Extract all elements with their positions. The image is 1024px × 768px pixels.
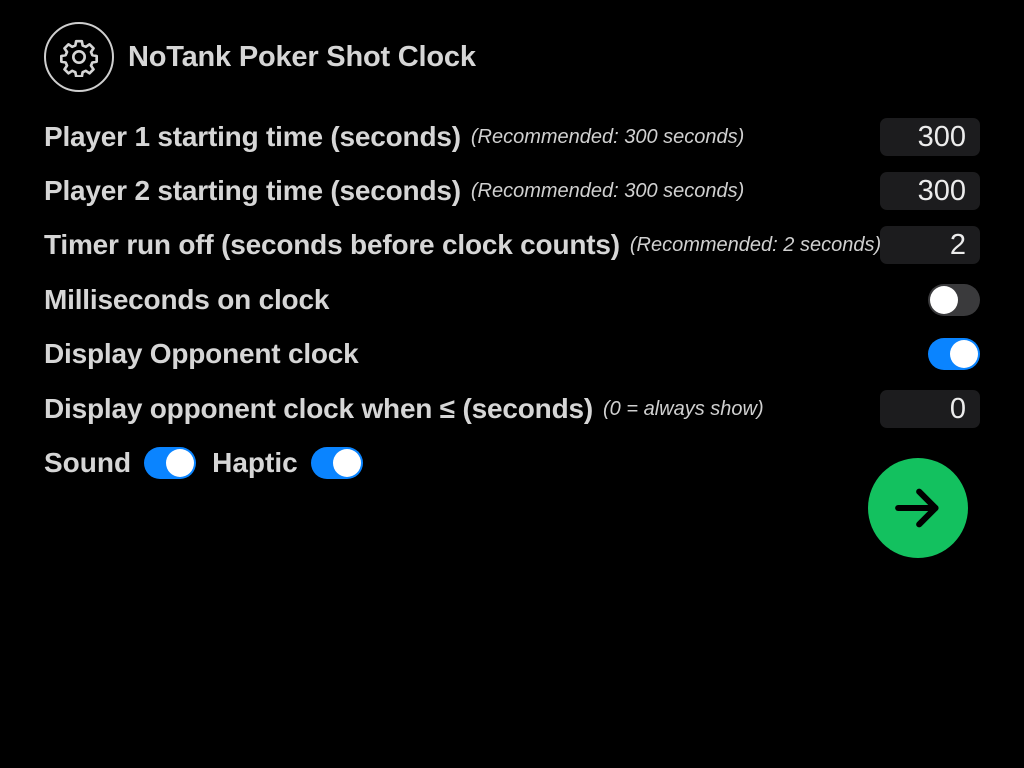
player1-time-row: Player 1 starting time (seconds) (Recomm… (44, 117, 980, 157)
toggle-knob (930, 286, 958, 314)
milliseconds-row: Milliseconds on clock (44, 280, 980, 320)
haptic-label: Haptic (212, 447, 298, 478)
milliseconds-label: Milliseconds on clock (44, 284, 330, 315)
runoff-row: Timer run off (seconds before clock coun… (44, 225, 980, 265)
opponent-threshold-row: Display opponent clock when ≤ (seconds) … (44, 389, 980, 429)
opponent-clock-row: Display Opponent clock (44, 334, 980, 374)
player2-time-input[interactable] (880, 172, 980, 210)
continue-button[interactable] (868, 458, 968, 558)
arrow-right-icon (895, 488, 939, 528)
player1-time-label: Player 1 starting time (seconds) (44, 121, 461, 152)
toggle-knob (332, 449, 361, 477)
opponent-clock-toggle[interactable] (928, 338, 980, 370)
feedback-row: Sound Haptic (44, 443, 363, 483)
gear-icon (60, 39, 98, 77)
toggle-knob (950, 340, 978, 368)
player2-time-label: Player 2 starting time (seconds) (44, 175, 461, 206)
runoff-label: Timer run off (seconds before clock coun… (44, 229, 620, 260)
opponent-threshold-input[interactable] (880, 390, 980, 428)
header: NoTank Poker Shot Clock (44, 20, 476, 94)
sound-toggle[interactable] (144, 447, 197, 479)
haptic-toggle[interactable] (310, 447, 363, 479)
app-title: NoTank Poker Shot Clock (128, 40, 476, 73)
player1-time-input[interactable] (880, 118, 980, 156)
player2-time-row: Player 2 starting time (seconds) (Recomm… (44, 171, 980, 211)
sound-label: Sound (44, 447, 132, 478)
opponent-clock-label: Display Opponent clock (44, 338, 359, 369)
milliseconds-toggle[interactable] (928, 284, 980, 316)
runoff-input[interactable] (880, 226, 980, 264)
opponent-threshold-label: Display opponent clock when ≤ (seconds) (44, 393, 593, 424)
settings-button[interactable] (44, 22, 114, 92)
toggle-knob (166, 449, 195, 477)
